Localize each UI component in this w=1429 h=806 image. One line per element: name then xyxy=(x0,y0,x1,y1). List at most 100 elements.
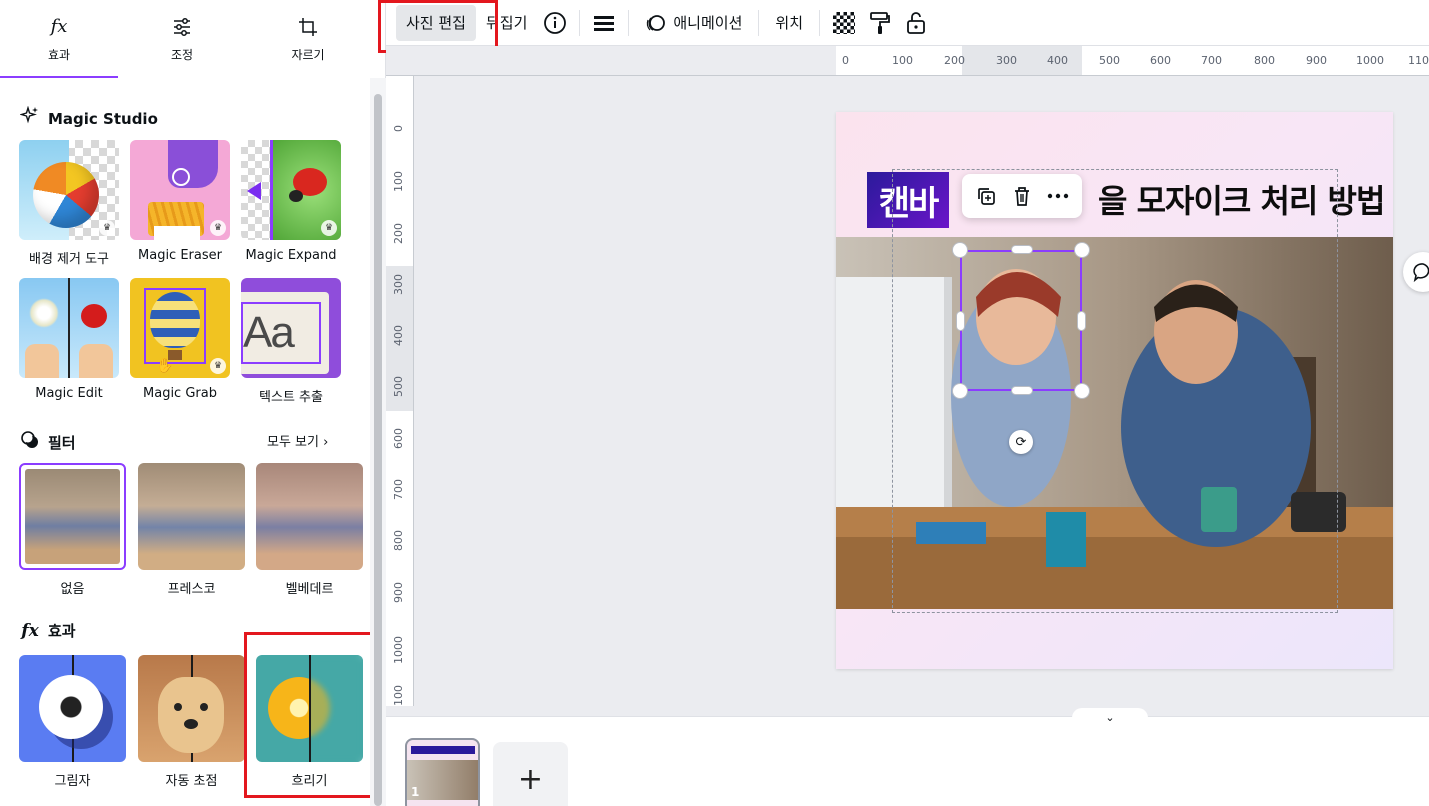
scrollbar-thumb[interactable] xyxy=(374,94,382,806)
chevron-down-icon: ⌄ xyxy=(1105,710,1115,724)
transparency-icon xyxy=(833,11,855,34)
delete-button[interactable] xyxy=(1007,181,1037,211)
resize-handle-top-left[interactable] xyxy=(953,243,967,257)
crop-icon xyxy=(297,16,319,38)
page-heading[interactable]: 을 모자이크 처리 방법 xyxy=(1098,176,1385,222)
selection-box[interactable] xyxy=(960,250,1082,391)
page-number: 1 xyxy=(411,785,420,799)
fx-icon: fx xyxy=(50,15,68,37)
effect-label: 자동 초점 xyxy=(165,774,218,789)
ruler-tick: 800 xyxy=(392,530,405,551)
panel-scrollbar[interactable] xyxy=(370,78,386,806)
ruler-tick: 100 xyxy=(392,685,405,706)
tool-background-remover[interactable]: ♛ 배경 제거 도구 xyxy=(19,140,119,267)
selected-photo[interactable] xyxy=(836,237,1393,609)
resize-handle-top-right[interactable] xyxy=(1075,243,1089,257)
resize-handle-left[interactable] xyxy=(957,312,964,330)
toolbar-divider xyxy=(579,9,581,36)
magic-expand-thumbnail: ♛ xyxy=(241,140,341,240)
brand-badge-row: 캔바 xyxy=(867,172,949,228)
tool-magic-grab[interactable]: ✋ ♛ Magic Grab xyxy=(130,278,230,401)
tab-adjust-label: 조정 xyxy=(170,47,194,62)
tool-text-extract[interactable]: Aa 텍스트 추출 xyxy=(241,278,341,405)
info-button[interactable] xyxy=(537,5,573,41)
effects-heading: fx 효과 xyxy=(20,620,76,641)
position-button[interactable]: 위치 xyxy=(765,5,813,41)
tab-adjust[interactable]: 조정 xyxy=(118,0,246,78)
element-context-toolbar xyxy=(962,174,1082,218)
edit-photo-button[interactable]: 사진 편집 xyxy=(396,4,476,41)
transparency-button[interactable] xyxy=(826,5,862,41)
ruler-tick: 200 xyxy=(392,223,405,244)
effect-shadow[interactable]: 그림자 xyxy=(19,655,126,789)
tool-magic-eraser[interactable]: ♛ Magic Eraser xyxy=(130,140,230,263)
resize-handle-right[interactable] xyxy=(1078,312,1085,330)
hand-cursor-icon: ✋ xyxy=(156,358,174,374)
tool-magic-expand[interactable]: ♛ Magic Expand xyxy=(241,140,341,263)
filter-label: 프레스코 xyxy=(167,582,216,597)
filter-icon xyxy=(20,430,40,455)
resize-handle-bottom-right[interactable] xyxy=(1075,384,1089,398)
tool-magic-edit[interactable]: Magic Edit xyxy=(19,278,119,401)
rotate-handle[interactable]: ⟳ xyxy=(1009,430,1033,454)
animate-label: 애니메이션 xyxy=(673,14,743,32)
crown-icon: ♛ xyxy=(99,220,115,236)
position-label: 위치 xyxy=(775,14,803,32)
ruler-tick: 700 xyxy=(392,479,405,500)
duplicate-button[interactable] xyxy=(971,181,1001,211)
filter-belvedere-thumbnail xyxy=(256,463,363,570)
panel-tabs: fx 효과 조정 자르기 xyxy=(0,0,370,78)
add-page-button[interactable]: + xyxy=(493,742,568,806)
effect-shadow-thumbnail xyxy=(19,655,126,762)
resize-handle-bottom[interactable] xyxy=(1012,387,1032,394)
info-icon xyxy=(544,11,567,34)
magic-studio-title: Magic Studio xyxy=(48,109,158,128)
ruler-tick: 100 xyxy=(392,171,405,192)
resize-handle-top[interactable] xyxy=(1012,246,1032,253)
edit-photo-label: 사진 편집 xyxy=(406,14,466,32)
effect-label: 그림자 xyxy=(54,774,91,789)
brand-badge[interactable]: 캔바 xyxy=(867,172,949,228)
ruler-tick: 500 xyxy=(1099,54,1120,67)
ruler-tick: 600 xyxy=(392,428,405,449)
ellipsis-icon xyxy=(1047,193,1069,199)
border-style-button[interactable] xyxy=(586,5,622,41)
filter-belvedere[interactable]: 벨베데르 xyxy=(256,463,363,597)
flip-button[interactable]: 뒤집기 xyxy=(476,5,537,41)
collapse-pages-button[interactable]: ⌄ xyxy=(1072,708,1148,726)
more-options-button[interactable] xyxy=(1043,181,1073,211)
filter-label: 없음 xyxy=(60,582,85,597)
tab-effects[interactable]: fx 효과 xyxy=(0,0,118,78)
effect-auto-focus[interactable]: 자동 초점 xyxy=(138,655,245,789)
filter-none[interactable]: 없음 xyxy=(19,463,126,597)
effect-blur[interactable]: 흐리기 xyxy=(256,655,363,789)
office-photo-illustration xyxy=(836,237,1393,609)
toolbar-divider xyxy=(628,9,630,36)
ruler-tick: 900 xyxy=(1306,54,1327,67)
ruler-corner xyxy=(386,46,836,76)
filter-none-thumbnail xyxy=(19,463,126,570)
animate-button[interactable]: 애니메이션 xyxy=(635,5,752,41)
add-comment-button[interactable] xyxy=(1403,252,1429,292)
canva-editor: fx 효과 조정 자르기 Magic Studio ♛ 배경 제거 도구 ♛ M… xyxy=(0,0,1429,806)
tool-label: Magic Expand xyxy=(245,248,337,263)
fx-icon: fx xyxy=(21,620,39,641)
edit-photo-panel: fx 효과 조정 자르기 Magic Studio ♛ 배경 제거 도구 ♛ M… xyxy=(0,0,386,806)
flip-label: 뒤집기 xyxy=(485,14,528,32)
tab-crop[interactable]: 자르기 xyxy=(246,0,370,78)
page-thumbnail[interactable]: 1 xyxy=(405,738,480,806)
filters-see-all-link[interactable]: 모두 보기 › xyxy=(267,431,328,450)
effects-title: 효과 xyxy=(48,622,76,640)
ruler-tick: 0 xyxy=(392,125,405,132)
resize-handle-bottom-left[interactable] xyxy=(953,384,967,398)
copy-style-button[interactable] xyxy=(862,5,898,41)
background-remover-thumbnail: ♛ xyxy=(19,140,119,240)
border-lines-icon xyxy=(594,15,615,31)
lock-button[interactable] xyxy=(898,5,934,41)
toolbar-divider xyxy=(819,9,820,36)
filter-fresco[interactable]: 프레스코 xyxy=(138,463,245,597)
design-page[interactable]: 캔바 을 모자이크 처리 방법 xyxy=(836,112,1393,669)
paint-roller-icon xyxy=(870,11,890,34)
unlock-icon xyxy=(907,11,925,34)
ruler-tick: 300 xyxy=(392,274,405,295)
